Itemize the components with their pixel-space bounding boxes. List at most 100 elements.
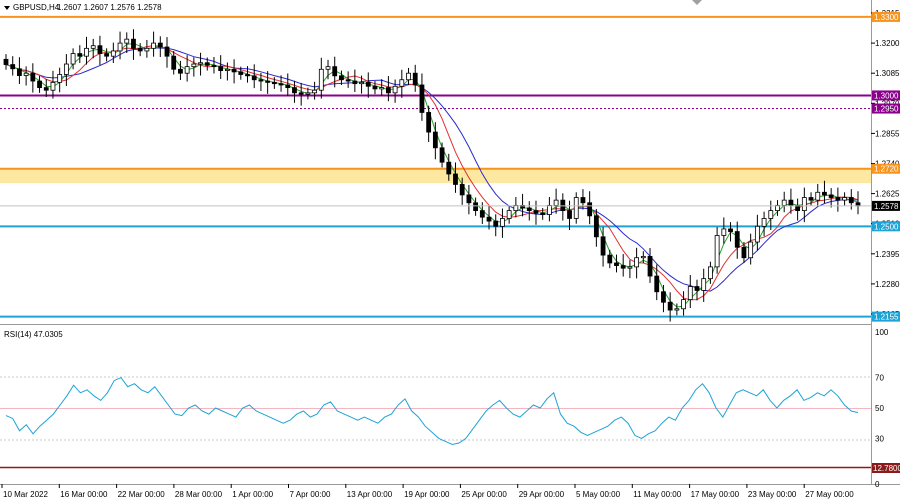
candle-body xyxy=(560,199,566,212)
candle-body xyxy=(63,63,69,75)
candle-body xyxy=(842,197,847,201)
candle-body xyxy=(345,79,351,82)
price-chart[interactable]: GBPUSD,H4 1.2607 1.2607 1.2576 1.2578 1.… xyxy=(0,0,900,503)
candle-body xyxy=(318,68,324,91)
candle-body xyxy=(761,218,767,227)
candle-body xyxy=(754,225,760,243)
time-tick-12: 17 May 00:00 xyxy=(691,490,740,499)
rsi-tick-2: 50 xyxy=(875,404,884,413)
candle-body xyxy=(359,81,364,85)
candle-body xyxy=(493,220,499,227)
candle-body xyxy=(573,197,579,219)
candle-body xyxy=(701,278,707,291)
level-tag-text-1: 1.3000 xyxy=(874,91,899,100)
candle-body xyxy=(399,79,405,87)
candle-body xyxy=(10,64,16,70)
candle-body xyxy=(533,210,539,214)
candle-body xyxy=(97,45,103,54)
candle-body xyxy=(278,83,284,86)
candle-body xyxy=(3,58,9,65)
candle-body xyxy=(406,72,411,81)
candle-body xyxy=(835,197,841,201)
candle-body xyxy=(822,191,827,196)
candle-body xyxy=(547,204,552,215)
rsi-level-tag-text: 12.7800 xyxy=(873,464,900,473)
candle-body xyxy=(748,241,754,259)
candle-body xyxy=(808,197,814,201)
candle-body xyxy=(164,46,170,57)
time-tick-0: 10 Mar 2022 xyxy=(3,490,48,499)
candle-body xyxy=(634,257,640,268)
candle-body xyxy=(654,275,660,293)
candle-body xyxy=(385,87,391,94)
rsi-tick-0: 100 xyxy=(875,328,889,337)
candle-body xyxy=(694,286,700,291)
candle-body xyxy=(265,80,271,83)
time-tick-1: 16 Mar 00:00 xyxy=(60,490,108,499)
candle-body xyxy=(714,235,720,268)
candle-body xyxy=(412,72,418,86)
candle-body xyxy=(224,68,230,71)
candle-body xyxy=(466,194,472,204)
candle-body xyxy=(426,112,432,133)
candle-body xyxy=(204,62,210,66)
candle-body xyxy=(674,308,680,311)
candle-body xyxy=(77,53,83,57)
supply-zone[interactable] xyxy=(0,168,871,184)
price-tick-9: 1.2280 xyxy=(875,280,900,289)
candle-body xyxy=(104,53,110,57)
level-tag-text-4: 1.2500 xyxy=(874,222,899,231)
candle-body xyxy=(768,210,774,219)
candle-body xyxy=(620,265,626,269)
candle-body xyxy=(593,215,599,238)
candle-body xyxy=(191,63,197,68)
candle-body xyxy=(479,210,485,218)
candle-body xyxy=(218,66,224,71)
candle-body xyxy=(432,131,438,149)
candle-body xyxy=(251,75,257,81)
time-tick-3: 28 Mar 00:00 xyxy=(175,490,223,499)
candle-body xyxy=(741,246,747,259)
candle-body xyxy=(339,75,344,81)
candle-body xyxy=(312,89,317,94)
candle-body xyxy=(486,216,492,222)
candle-body xyxy=(110,50,116,57)
time-tick-8: 25 Apr 00:00 xyxy=(461,490,507,499)
candle-body xyxy=(459,184,465,196)
candle-body xyxy=(553,199,559,206)
candle-body xyxy=(614,262,619,266)
candle-body xyxy=(124,38,130,44)
rsi-tick-4: 0 xyxy=(875,480,880,489)
candle-body xyxy=(365,81,371,87)
rsi-tick-3: 30 xyxy=(875,434,884,443)
candle-body xyxy=(453,173,458,185)
candle-body xyxy=(815,191,821,201)
candle-body xyxy=(50,81,56,91)
level-tag-text-2: 1.2950 xyxy=(874,105,899,114)
candle-body xyxy=(238,71,244,75)
time-axis: 10 Mar 2022 16 Mar 00:00 22 Mar 00:00 28 Ma… xyxy=(1,484,854,499)
candle-body xyxy=(178,68,183,74)
candle-body xyxy=(271,81,277,85)
rsi-tick-1: 70 xyxy=(875,374,884,383)
candle-body xyxy=(661,291,666,303)
level-tag-text-5: 1.2155 xyxy=(874,313,899,322)
rsi-panel xyxy=(0,326,871,481)
rsi-title: RSI(14) 47.0305 xyxy=(4,330,63,339)
candle-body xyxy=(734,231,740,248)
candle-body xyxy=(84,47,89,57)
current-price-tag-text: 1.2578 xyxy=(874,202,899,211)
candle-body xyxy=(131,38,136,49)
candle-body xyxy=(439,147,445,163)
candle-body xyxy=(788,199,794,206)
candle-body xyxy=(305,92,311,95)
candle-body xyxy=(171,55,177,70)
candle-body xyxy=(70,53,76,65)
time-tick-4: 1 Apr 00:00 xyxy=(232,490,273,499)
candle-body xyxy=(640,256,646,259)
candle-body xyxy=(506,210,512,219)
candle-body xyxy=(379,87,385,90)
candle-body xyxy=(419,84,425,113)
candle-body xyxy=(473,202,479,212)
time-tick-2: 22 Mar 00:00 xyxy=(118,490,166,499)
